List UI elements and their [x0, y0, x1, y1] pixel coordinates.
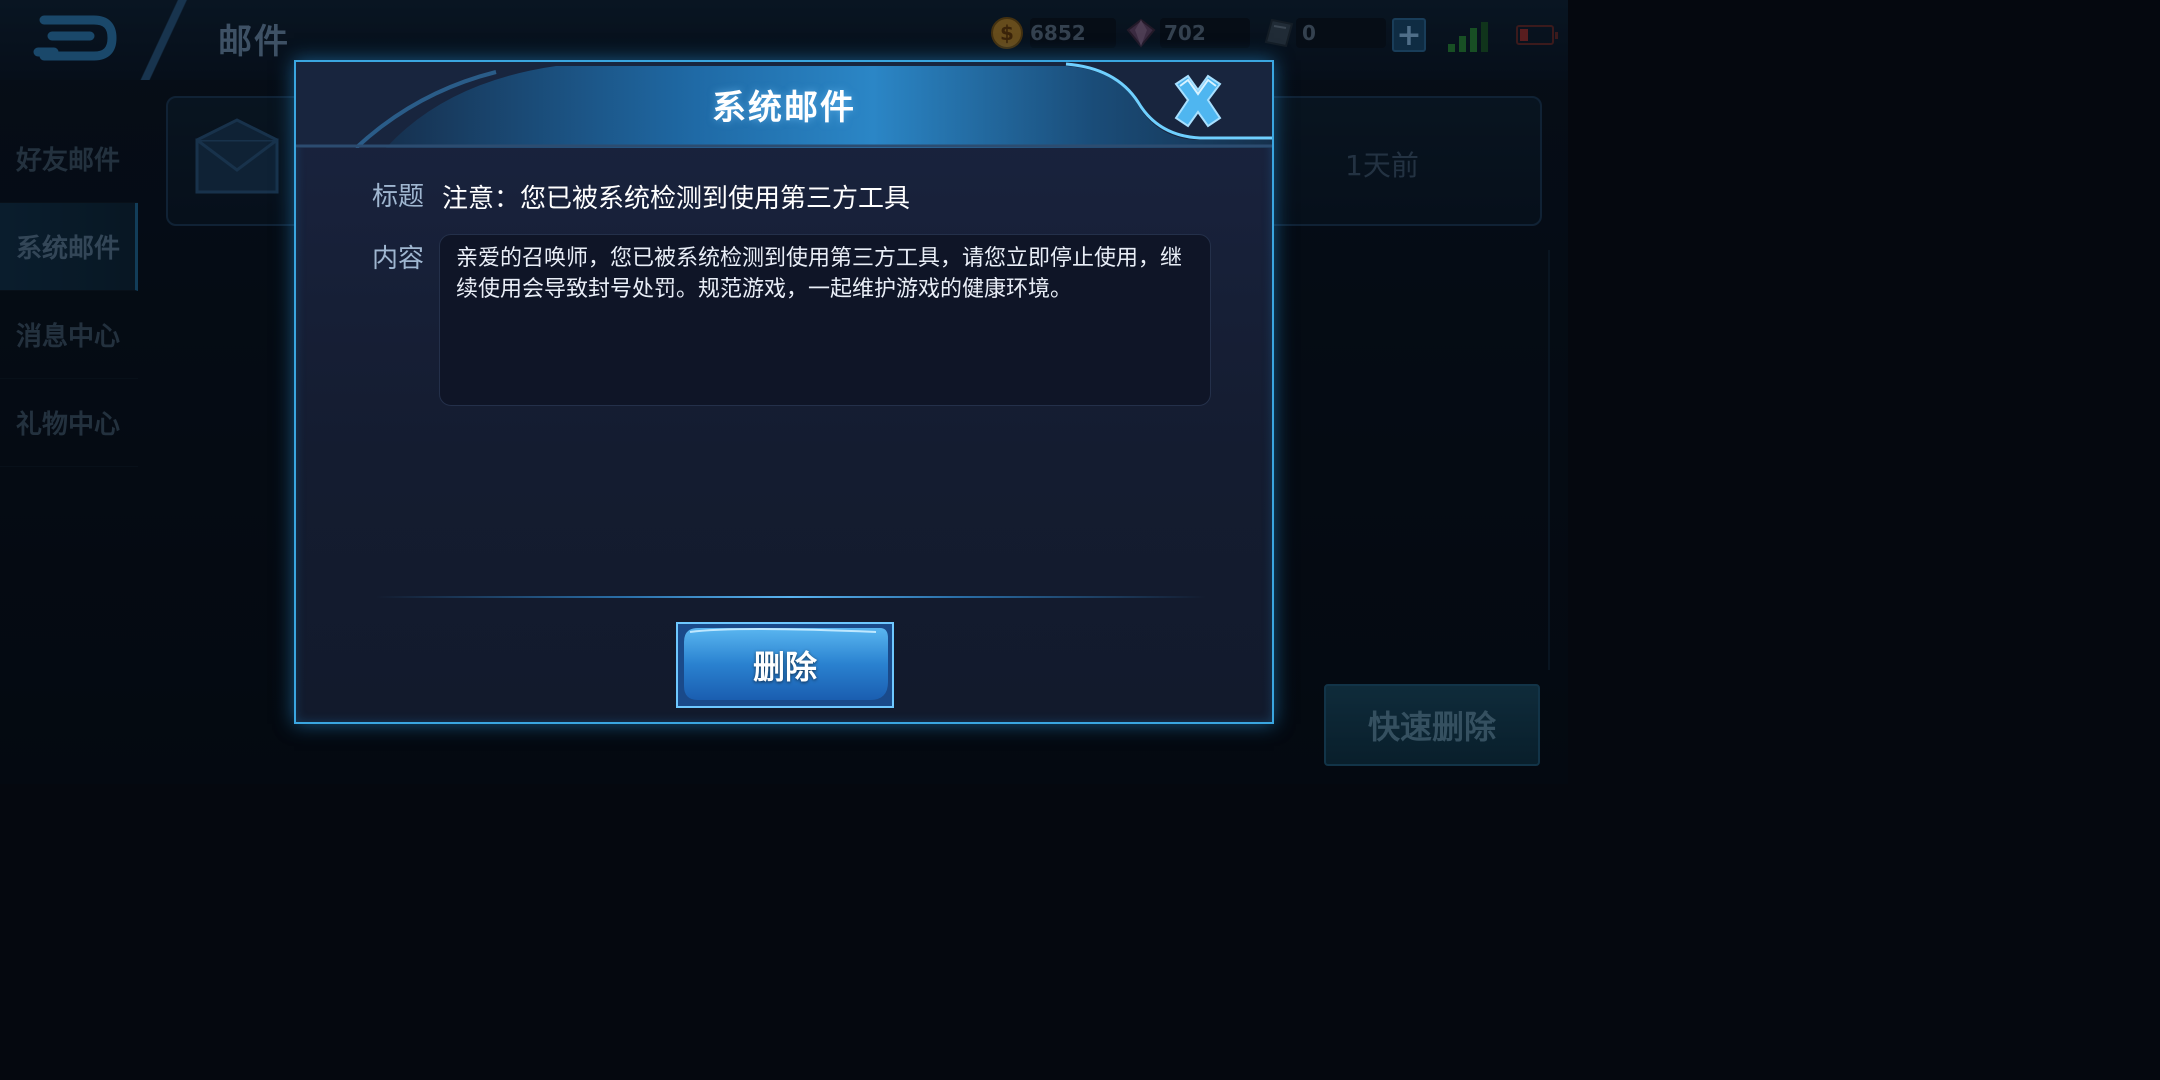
close-icon — [1174, 74, 1222, 128]
dialog-header: 系统邮件 — [296, 62, 1272, 148]
delete-button[interactable]: 删除 — [676, 622, 894, 708]
content-box: 亲爱的召唤师，您已被系统检测到使用第三方工具，请您立即停止使用，继续使用会导致封… — [439, 234, 1211, 406]
dialog-title: 系统邮件 — [712, 88, 856, 128]
subject-value: 注意：您已被系统检测到使用第三方工具 — [442, 184, 911, 214]
subject-label: 标题 — [372, 182, 425, 212]
dialog-divider — [376, 596, 1206, 598]
close-button[interactable] — [1166, 70, 1230, 134]
system-mail-dialog: 系统邮件 标题 注意：您已被系统检测到使用第三方工具 内容 亲爱的召唤师，您已被… — [294, 60, 1274, 724]
content-label: 内容 — [372, 244, 425, 274]
delete-label: 删除 — [752, 648, 817, 686]
